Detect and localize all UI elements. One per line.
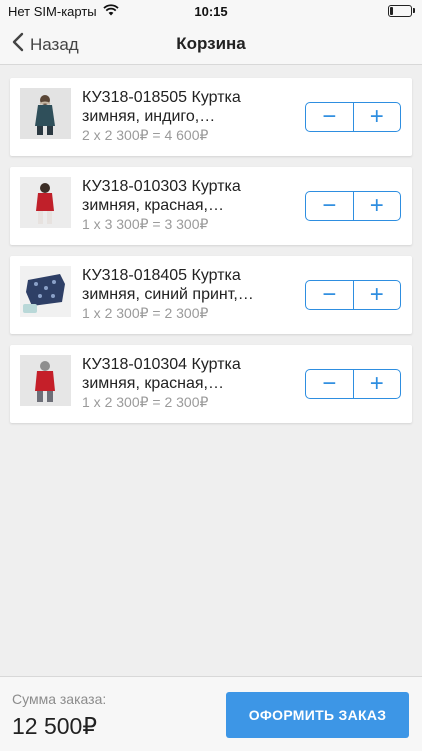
battery-icon — [388, 5, 415, 17]
order-footer: Сумма заказа: 12 500₽ ОФОРМИТЬ ЗАКАЗ — [0, 676, 422, 751]
decrease-button[interactable]: − — [306, 103, 353, 131]
item-price: 1 x 2 300₽ = 2 300₽ — [82, 394, 209, 410]
cart-item[interactable]: КУ318-018405 Куртка зимняя, синий принт,… — [10, 256, 412, 334]
quantity-stepper: − + — [305, 280, 401, 310]
item-price: 1 x 2 300₽ = 2 300₽ — [82, 305, 209, 321]
item-name: КУ318-010303 Куртка зимняя, красная, нат… — [82, 178, 241, 214]
item-info: КУ318-018505 Куртка зимняя, индиго, иску… — [82, 88, 300, 144]
item-price: 1 x 3 300₽ = 3 300₽ — [82, 216, 209, 232]
order-sum-label: Сумма заказа: — [12, 691, 107, 707]
item-name: КУ318-018505 Куртка зимняя, индиго, иску… — [82, 89, 241, 125]
increase-button[interactable]: + — [352, 103, 401, 131]
increase-button[interactable]: + — [352, 192, 401, 220]
decrease-button[interactable]: − — [306, 192, 353, 220]
product-image — [20, 266, 71, 317]
quantity-stepper: − + — [305, 102, 401, 132]
page-title: Корзина — [176, 34, 246, 53]
cart-item[interactable]: КУ318-010303 Куртка зимняя, красная, нат… — [10, 167, 412, 245]
nav-bar: Назад Корзина — [0, 24, 422, 65]
item-info: КУ318-010303 Куртка зимняя, красная, нат… — [82, 177, 300, 233]
quantity-stepper: − + — [305, 369, 401, 399]
order-sum-value: 12 500₽ — [12, 713, 97, 739]
checkout-button[interactable]: ОФОРМИТЬ ЗАКАЗ — [226, 692, 409, 738]
quantity-stepper: − + — [305, 191, 401, 221]
decrease-button[interactable]: − — [306, 281, 353, 309]
cart-item[interactable]: КУ318-018505 Куртка зимняя, индиго, иску… — [10, 78, 412, 156]
item-name: КУ318-010304 Куртка зимняя, красная, иск… — [82, 356, 241, 392]
item-price: 2 x 2 300₽ = 4 600₽ — [82, 127, 209, 143]
decrease-button[interactable]: − — [306, 370, 353, 398]
item-info: КУ318-010304 Куртка зимняя, красная, иск… — [82, 355, 300, 411]
product-image — [20, 177, 71, 228]
product-image — [20, 88, 71, 139]
item-info: КУ318-018405 Куртка зимняя, синий принт,… — [82, 266, 300, 322]
increase-button[interactable]: + — [352, 370, 401, 398]
item-name: КУ318-018405 Куртка зимняя, синий принт,… — [82, 267, 241, 303]
cart-item[interactable]: КУ318-010304 Куртка зимняя, красная, иск… — [10, 345, 412, 423]
cart-list: КУ318-018505 Куртка зимняя, индиго, иску… — [10, 78, 412, 434]
status-time: 10:15 — [194, 4, 228, 19]
status-bar: Нет SIM-карты 10:15 — [0, 0, 422, 24]
product-image — [20, 355, 71, 406]
increase-button[interactable]: + — [352, 281, 401, 309]
